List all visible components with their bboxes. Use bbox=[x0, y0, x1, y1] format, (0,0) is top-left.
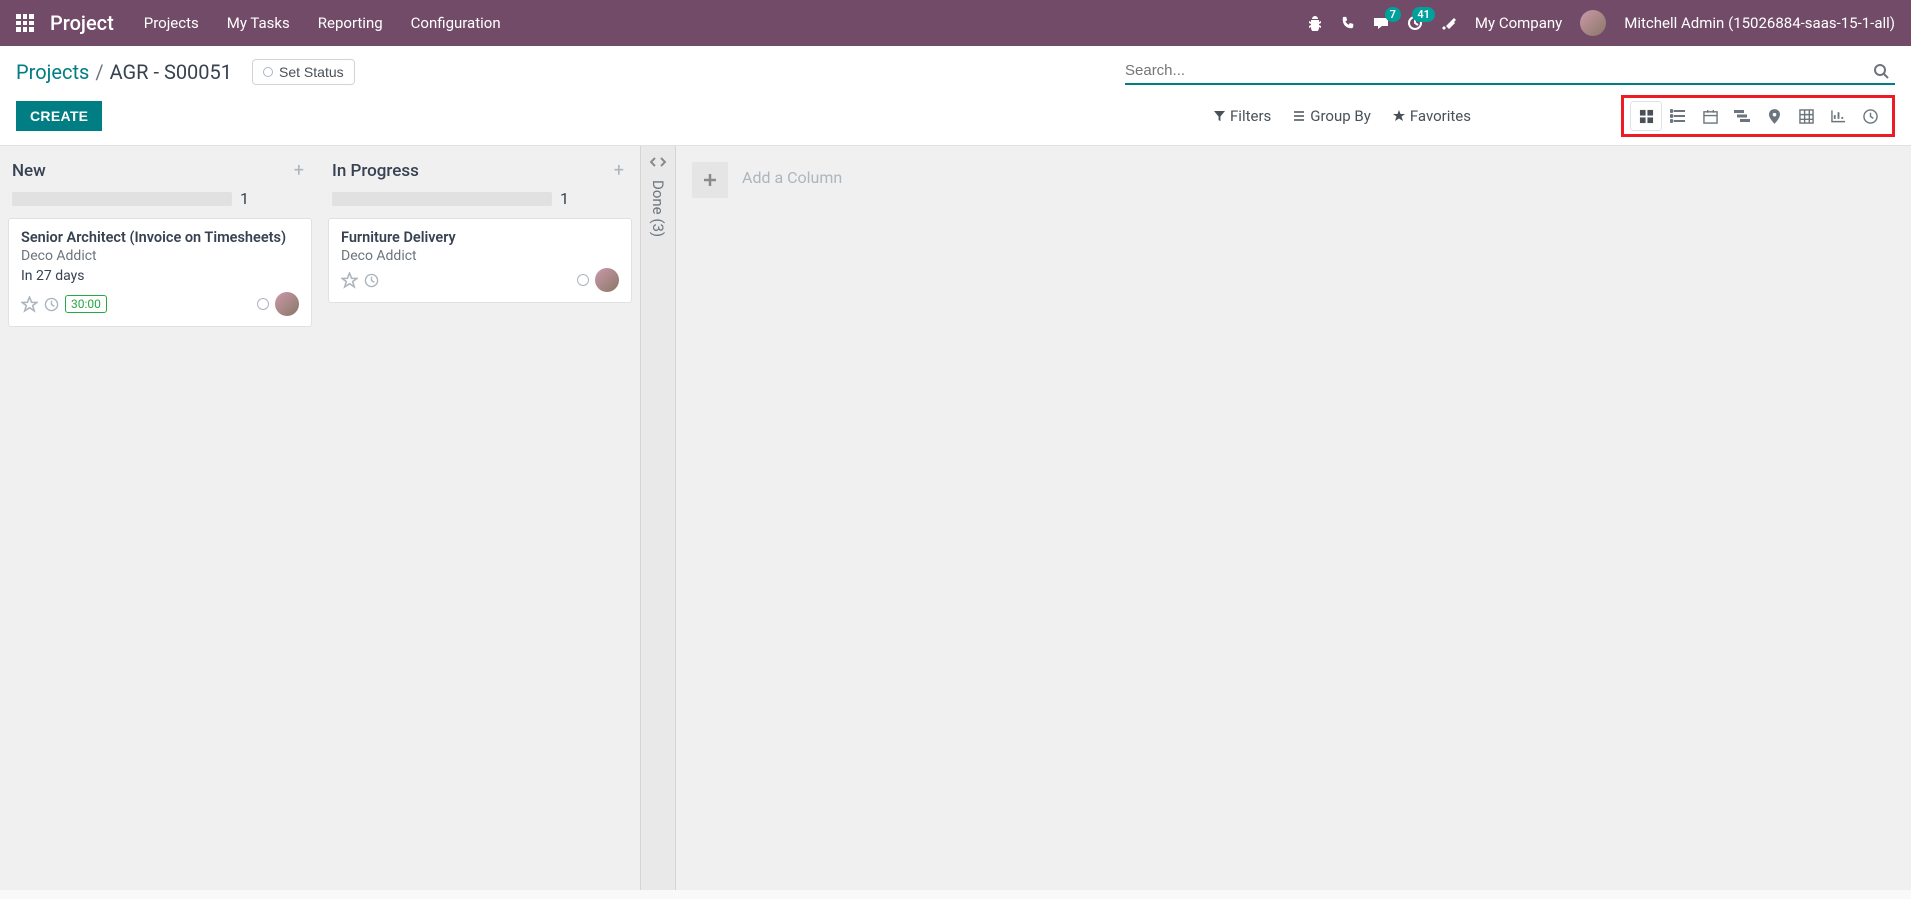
user-name[interactable]: Mitchell Admin (15026884-saas-15-1-all) bbox=[1624, 14, 1895, 32]
assignee-avatar[interactable] bbox=[595, 268, 619, 292]
gantt-view-button[interactable] bbox=[1726, 101, 1758, 131]
task-card[interactable]: Furniture Delivery Deco Addict bbox=[328, 218, 632, 303]
breadcrumb-root[interactable]: Projects bbox=[16, 60, 89, 84]
quick-add-button[interactable]: + bbox=[290, 160, 308, 181]
graph-view-button[interactable] bbox=[1822, 101, 1854, 131]
create-button[interactable]: CREATE bbox=[16, 101, 102, 131]
card-title: Senior Architect (Invoice on Timesheets) bbox=[21, 229, 299, 246]
kanban-board: New + 1 Senior Architect (Invoice on Tim… bbox=[0, 146, 1911, 890]
set-status-label: Set Status bbox=[279, 64, 344, 80]
search-input[interactable] bbox=[1125, 62, 1867, 79]
card-title: Furniture Delivery bbox=[341, 229, 619, 246]
column-done-folded[interactable]: Done (3) bbox=[640, 146, 676, 890]
activity-icon[interactable]: 41 bbox=[1407, 15, 1423, 31]
quick-add-button[interactable]: + bbox=[610, 160, 628, 181]
add-column-button[interactable] bbox=[692, 162, 728, 198]
set-status-button[interactable]: Set Status bbox=[252, 59, 355, 85]
star-icon[interactable] bbox=[21, 296, 38, 313]
column-title[interactable]: In Progress bbox=[332, 161, 610, 181]
control-panel: Projects / AGR - S00051 Set Status CREAT… bbox=[0, 46, 1911, 146]
view-switcher bbox=[1621, 95, 1895, 137]
task-card[interactable]: Senior Architect (Invoice on Timesheets)… bbox=[8, 218, 312, 327]
filters-button[interactable]: Filters bbox=[1214, 107, 1271, 125]
breadcrumb-separator: / bbox=[95, 60, 103, 84]
star-icon[interactable] bbox=[341, 272, 358, 289]
messages-badge: 7 bbox=[1385, 7, 1401, 22]
folded-column-label: Done (3) bbox=[649, 180, 667, 237]
nav-reporting[interactable]: Reporting bbox=[318, 14, 383, 32]
filter-group: Filters Group By Favorites bbox=[1214, 107, 1471, 125]
state-dot[interactable] bbox=[257, 298, 269, 310]
status-dot-icon bbox=[263, 67, 273, 77]
card-customer: Deco Addict bbox=[341, 248, 619, 264]
favorites-button[interactable]: Favorites bbox=[1393, 107, 1471, 125]
card-due: In 27 days bbox=[21, 268, 299, 284]
search-icon[interactable] bbox=[1867, 63, 1895, 79]
assignee-avatar[interactable] bbox=[275, 292, 299, 316]
tools-icon[interactable] bbox=[1441, 15, 1457, 31]
activity-view-button[interactable] bbox=[1854, 101, 1886, 131]
add-column-area: Add a Column bbox=[676, 146, 858, 890]
column-count: 1 bbox=[240, 189, 249, 208]
user-avatar[interactable] bbox=[1580, 10, 1606, 36]
state-dot[interactable] bbox=[577, 274, 589, 286]
group-by-button[interactable]: Group By bbox=[1293, 107, 1371, 125]
column-progress[interactable] bbox=[12, 192, 232, 206]
column-count: 1 bbox=[560, 189, 569, 208]
column-in-progress: In Progress + 1 Furniture Delivery Deco … bbox=[320, 146, 640, 890]
unfold-icon bbox=[650, 156, 666, 168]
calendar-view-button[interactable] bbox=[1694, 101, 1726, 131]
column-title[interactable]: New bbox=[12, 161, 290, 181]
top-navbar: Project Projects My Tasks Reporting Conf… bbox=[0, 0, 1911, 46]
group-by-label: Group By bbox=[1310, 107, 1371, 125]
apps-icon[interactable] bbox=[16, 14, 34, 32]
clock-icon[interactable] bbox=[364, 273, 379, 288]
clock-icon[interactable] bbox=[44, 297, 59, 312]
kanban-view-button[interactable] bbox=[1630, 101, 1662, 131]
nav-projects[interactable]: Projects bbox=[144, 14, 199, 32]
breadcrumb-current: AGR - S00051 bbox=[110, 60, 232, 84]
bug-icon[interactable] bbox=[1307, 15, 1323, 31]
nav-right: 7 41 My Company Mitchell Admin (15026884… bbox=[1307, 10, 1895, 36]
search-container bbox=[1125, 58, 1895, 85]
favorites-label: Favorites bbox=[1410, 107, 1471, 125]
map-view-button[interactable] bbox=[1758, 101, 1790, 131]
messages-icon[interactable]: 7 bbox=[1373, 15, 1389, 31]
phone-icon[interactable] bbox=[1341, 16, 1355, 30]
activity-badge: 41 bbox=[1412, 7, 1435, 22]
time-badge: 30:00 bbox=[65, 295, 107, 313]
nav-configuration[interactable]: Configuration bbox=[411, 14, 501, 32]
column-progress[interactable] bbox=[332, 192, 552, 206]
card-customer: Deco Addict bbox=[21, 248, 299, 264]
app-brand[interactable]: Project bbox=[50, 11, 114, 35]
add-column-label[interactable]: Add a Column bbox=[742, 162, 842, 187]
list-view-button[interactable] bbox=[1662, 101, 1694, 131]
company-name[interactable]: My Company bbox=[1475, 14, 1562, 32]
nav-my-tasks[interactable]: My Tasks bbox=[227, 14, 290, 32]
breadcrumb: Projects / AGR - S00051 bbox=[16, 60, 232, 84]
pivot-view-button[interactable] bbox=[1790, 101, 1822, 131]
filters-label: Filters bbox=[1230, 107, 1271, 125]
nav-menu: Projects My Tasks Reporting Configuratio… bbox=[144, 14, 501, 32]
column-new: New + 1 Senior Architect (Invoice on Tim… bbox=[0, 146, 320, 890]
